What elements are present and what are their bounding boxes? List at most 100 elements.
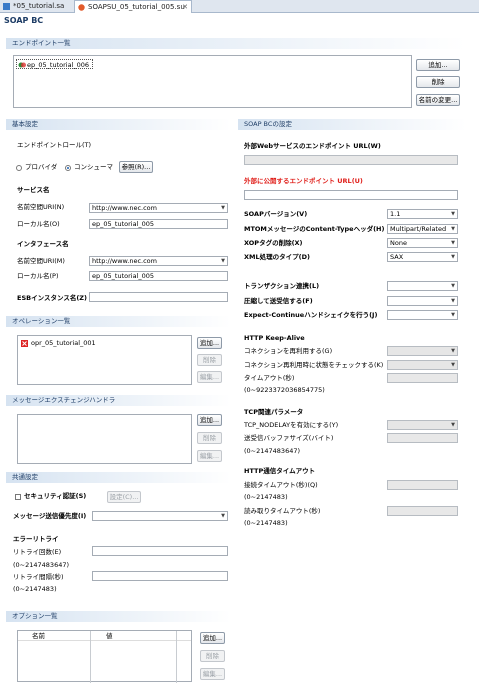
su-file-icon xyxy=(78,4,85,11)
chevron-down-icon: ▼ xyxy=(221,513,225,519)
security-settings-button[interactable]: 設定(C)... xyxy=(107,491,141,503)
soap-version-combo[interactable]: 1.1 ▼ xyxy=(387,209,458,219)
edit-operation-button[interactable]: 編集... xyxy=(197,371,222,383)
public-url-input[interactable] xyxy=(244,190,458,200)
priority-combo[interactable]: ▼ xyxy=(92,511,228,521)
chevron-down-icon: ▼ xyxy=(451,422,455,428)
endpoint-icon xyxy=(18,62,26,68)
option-table[interactable]: 名前 値 xyxy=(17,630,192,683)
mtom-value: Multipart/Related xyxy=(390,225,447,233)
chevron-down-icon: ▼ xyxy=(451,254,455,260)
interface-ns-label: 名前空間URI(M) xyxy=(17,257,65,265)
expect-continue-combo[interactable]: ▼ xyxy=(387,310,458,320)
security-checkbox[interactable] xyxy=(15,494,21,500)
retry-interval-label: リトライ間隔(秒) xyxy=(13,573,64,581)
add-handler-button[interactable]: 追加... xyxy=(197,414,222,426)
external-url-input[interactable] xyxy=(244,155,458,165)
provider-radio[interactable] xyxy=(16,165,22,171)
add-endpoint-button[interactable]: 追加... xyxy=(416,59,460,71)
transaction-combo[interactable]: ▼ xyxy=(387,281,458,291)
reference-button[interactable]: 参照(R)... xyxy=(119,161,153,173)
close-icon[interactable]: ✕ xyxy=(182,1,188,14)
provider-label: プロバイダ xyxy=(25,163,58,171)
operation-name: opr_05_tutorial_001 xyxy=(31,339,96,347)
retry-interval-input[interactable] xyxy=(92,571,228,581)
editor-tab-bar: *05_tutorial.sa SOAPSU_05_tutorial_005.s… xyxy=(0,0,479,13)
delete-option-button[interactable]: 削除 xyxy=(200,650,225,662)
section-header-basic: 基本設定 xyxy=(6,119,231,130)
reuse-check-label: コネクション再利用時に状態をチェックする(K) xyxy=(244,361,384,369)
delete-operation-button[interactable]: 削除 xyxy=(197,354,222,366)
endpoint-list[interactable]: ep_05_tutorial_006 xyxy=(13,55,412,108)
chevron-down-icon: ▼ xyxy=(451,211,455,217)
xop-combo[interactable]: None ▼ xyxy=(387,238,458,248)
connect-timeout-range: (0~2147483) xyxy=(244,493,288,501)
interface-name-heading: インタフェース名 xyxy=(17,240,69,248)
security-label: セキュリティ認証(S) xyxy=(24,492,87,500)
tab-sa-label: *05_tutorial.sa xyxy=(13,2,65,10)
chevron-down-icon: ▼ xyxy=(221,205,225,211)
add-option-button[interactable]: 追加... xyxy=(200,632,225,644)
consumer-radio[interactable] xyxy=(65,165,71,171)
tab-su-file[interactable]: SOAPSU_05_tutorial_005.su ✕ xyxy=(74,0,192,13)
handler-list[interactable] xyxy=(17,414,192,464)
read-timeout-label: 読み取りタイムアウト(秒) xyxy=(244,507,321,515)
tcp-heading: TCP関連パラメータ xyxy=(244,408,304,416)
chevron-down-icon: ▼ xyxy=(451,240,455,246)
nodelay-combo[interactable]: ▼ xyxy=(387,420,458,430)
section-header-operations: オペレーション一覧 xyxy=(6,316,231,327)
consumer-label: コンシューマ xyxy=(74,163,113,171)
delete-handler-button[interactable]: 削除 xyxy=(197,432,222,444)
chevron-down-icon: ▼ xyxy=(451,283,455,289)
page-title: SOAP BC xyxy=(4,16,44,25)
reuse-check-combo[interactable]: ▼ xyxy=(387,360,458,370)
public-url-label: 外部に公開するエンドポイント URL(U) xyxy=(244,177,363,185)
section-header-endpoints: エンドポイント一覧 xyxy=(6,38,466,49)
section-header-common: 共通設定 xyxy=(6,472,231,483)
error-icon xyxy=(21,340,28,347)
timeout-input[interactable] xyxy=(387,373,458,383)
retry-count-input[interactable] xyxy=(92,546,228,556)
section-header-soap: SOAP BCの設定 xyxy=(238,119,466,130)
edit-option-button[interactable]: 編集... xyxy=(200,668,225,680)
service-ns-label: 名前空間URI(N) xyxy=(17,203,65,211)
reuse-connection-combo[interactable]: ▼ xyxy=(387,346,458,356)
nodelay-label: TCP_NODELAYを有効にする(Y) xyxy=(244,421,339,429)
service-local-input[interactable]: ep_05_tutorial_005 xyxy=(89,219,228,229)
esb-instance-input[interactable] xyxy=(89,292,228,302)
compress-combo[interactable]: ▼ xyxy=(387,296,458,306)
edit-handler-button[interactable]: 編集... xyxy=(197,450,222,462)
connect-timeout-input[interactable] xyxy=(387,480,458,490)
retry-count-label: リトライ回数(E) xyxy=(13,548,62,556)
chevron-down-icon: ▼ xyxy=(451,226,455,232)
soap-version-value: 1.1 xyxy=(390,210,401,218)
read-timeout-input[interactable] xyxy=(387,506,458,516)
http-timeout-heading: HTTP通信タイムアウト xyxy=(244,467,316,475)
buffer-size-input[interactable] xyxy=(387,433,458,443)
chevron-down-icon: ▼ xyxy=(451,312,455,318)
esb-instance-label: ESBインスタンス名(Z) xyxy=(17,294,87,302)
delete-endpoint-button[interactable]: 削除 xyxy=(416,76,460,88)
tab-sa-file[interactable]: *05_tutorial.sa xyxy=(0,0,74,13)
list-item[interactable]: ep_05_tutorial_006 xyxy=(16,59,94,69)
list-item[interactable]: opr_05_tutorial_001 xyxy=(21,339,96,348)
chevron-down-icon: ▼ xyxy=(451,298,455,304)
xml-type-combo[interactable]: SAX ▼ xyxy=(387,252,458,262)
retry-count-range: (0~2147483647) xyxy=(13,561,70,569)
rename-endpoint-button[interactable]: 名前の変更... xyxy=(416,94,460,106)
buffer-size-range: (0~2147483647) xyxy=(244,447,301,455)
section-header-options: オプション一覧 xyxy=(6,611,231,622)
operation-list[interactable]: opr_05_tutorial_001 xyxy=(17,335,192,385)
mtom-combo[interactable]: Multipart/Related ▼ xyxy=(387,224,458,234)
interface-local-label: ローカル名(P) xyxy=(17,272,59,280)
interface-local-input[interactable]: ep_05_tutorial_005 xyxy=(89,271,228,281)
column-name: 名前 xyxy=(32,632,45,640)
service-ns-combo[interactable]: http://www.nec.com ▼ xyxy=(89,203,228,213)
connect-timeout-label: 接続タイムアウト(秒)(Q) xyxy=(244,481,318,489)
timeout-label: タイムアウト(秒) xyxy=(244,374,295,382)
add-operation-button[interactable]: 追加... xyxy=(197,337,222,349)
interface-ns-combo[interactable]: http://www.nec.com ▼ xyxy=(89,256,228,266)
service-ns-value: http://www.nec.com xyxy=(92,204,157,212)
column-value: 値 xyxy=(106,632,113,640)
timeout-range: (0~9223372036854775) xyxy=(244,386,325,394)
